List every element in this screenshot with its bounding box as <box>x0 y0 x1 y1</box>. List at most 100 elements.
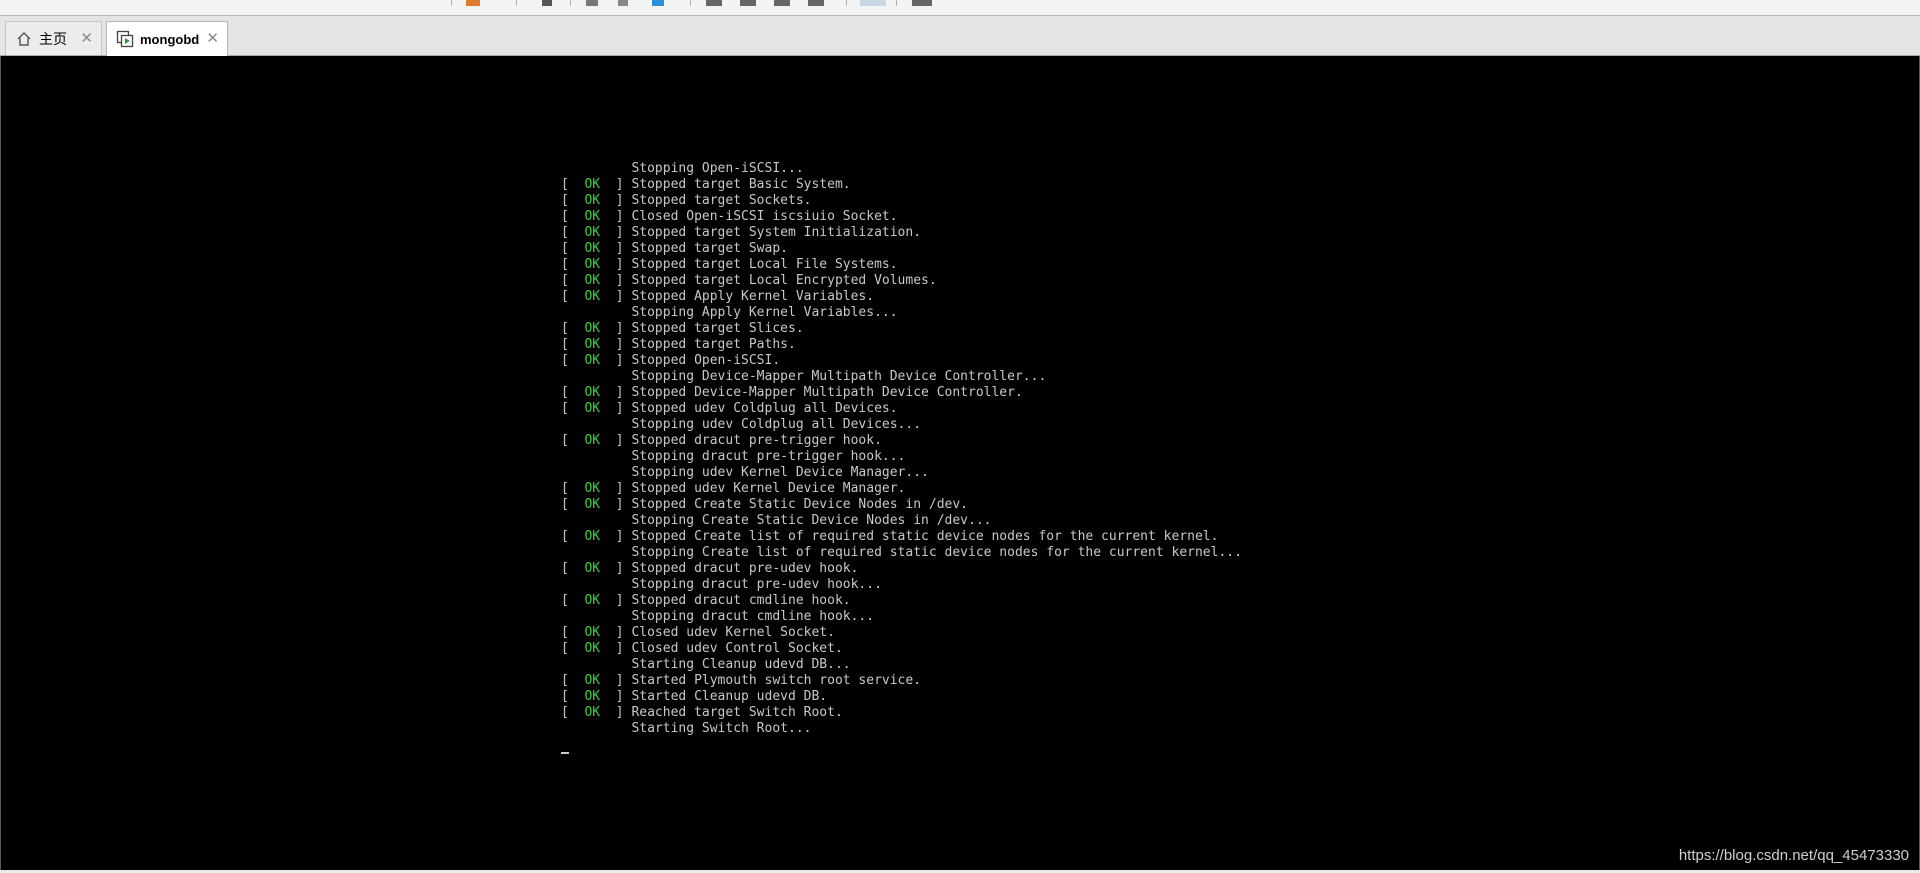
log-text: Stopping Create list of required static … <box>631 545 1242 560</box>
log-text: Stopping Apply Kernel Variables... <box>631 305 898 320</box>
toolbar-icon-3[interactable] <box>586 0 598 6</box>
log-line: Stopping Create Static Device Nodes in /… <box>561 513 1242 529</box>
toolbar-icon-6[interactable] <box>706 0 722 6</box>
log-text: Closed Open-iSCSI iscsiuio Socket. <box>631 209 898 224</box>
log-line: [ OK ] Stopped Create list of required s… <box>561 529 1242 545</box>
status-prefix: [ OK ] <box>561 497 632 512</box>
toolbar-separator <box>570 0 571 6</box>
log-line: [ OK ] Closed Open-iSCSI iscsiuio Socket… <box>561 209 1242 225</box>
log-line: Stopping Create list of required static … <box>561 545 1242 561</box>
console-cursor <box>561 752 569 754</box>
status-prefix: [ OK ] <box>561 433 632 448</box>
status-prefix: [ OK ] <box>561 225 632 240</box>
toolbar-icon-11[interactable] <box>912 0 932 6</box>
vm-console[interactable]: Stopping Open-iSCSI... [ OK ] Stopped tar… <box>0 56 1920 870</box>
status-prefix: [ OK ] <box>561 257 632 272</box>
log-text: Stopping dracut cmdline hook... <box>631 609 875 624</box>
status-prefix <box>561 305 631 320</box>
toolbar-icon-8[interactable] <box>774 0 790 6</box>
ok-status: OK <box>584 241 601 256</box>
status-prefix: [ OK ] <box>561 353 632 368</box>
log-text: Stopped dracut cmdline hook. <box>631 593 851 608</box>
close-icon[interactable]: ✕ <box>80 29 93 47</box>
ok-status: OK <box>584 225 601 240</box>
status-prefix: [ OK ] <box>561 593 632 608</box>
toolbar-separator <box>896 0 897 6</box>
watermark: https://blog.csdn.net/qq_45473330 <box>1678 847 1909 864</box>
log-line: [ OK ] Stopped dracut pre-trigger hook. <box>561 433 1242 449</box>
toolbar-icon-5[interactable] <box>652 0 664 6</box>
log-text: Stopping udev Coldplug all Devices... <box>631 417 922 432</box>
status-prefix: [ OK ] <box>561 321 632 336</box>
status-prefix: [ OK ] <box>561 561 632 576</box>
log-text: Stopped target Swap. <box>631 241 788 256</box>
ok-status: OK <box>584 625 601 640</box>
status-prefix: [ OK ] <box>561 481 632 496</box>
status-prefix: [ OK ] <box>561 193 632 208</box>
log-text: Stopped dracut pre-udev hook. <box>631 561 859 576</box>
ok-status: OK <box>584 193 601 208</box>
status-prefix <box>561 513 631 528</box>
tab-home-label: 主页 <box>39 30 67 47</box>
log-text: Stopped udev Coldplug all Devices. <box>631 401 898 416</box>
toolbar-icon-1[interactable] <box>466 0 480 6</box>
tab-mongobd[interactable]: mongobd ✕ <box>106 21 228 56</box>
ok-status: OK <box>584 705 601 720</box>
ok-status: OK <box>584 177 601 192</box>
ok-status: OK <box>584 273 601 288</box>
status-prefix <box>561 161 631 176</box>
log-line: [ OK ] Stopped Apply Kernel Variables. <box>561 289 1242 305</box>
log-line: [ OK ] Stopped target Sockets. <box>561 193 1242 209</box>
log-line: [ OK ] Stopped target Local Encrypted Vo… <box>561 273 1242 289</box>
ok-status: OK <box>584 337 601 352</box>
status-prefix: [ OK ] <box>561 209 632 224</box>
status-prefix: [ OK ] <box>561 705 632 720</box>
toolbar-separator <box>451 0 452 6</box>
log-text: Stopped target Paths. <box>631 337 796 352</box>
tab-home[interactable]: 主页 ✕ <box>5 21 102 55</box>
ok-status: OK <box>584 257 601 272</box>
log-text: Started Cleanup udevd DB. <box>631 689 828 704</box>
log-text: Starting Switch Root... <box>631 721 812 736</box>
log-line: [ OK ] Stopped Create Static Device Node… <box>561 497 1242 513</box>
log-line: [ OK ] Started Cleanup udevd DB. <box>561 689 1242 705</box>
log-text: Stopped target Local Encrypted Volumes. <box>631 273 937 288</box>
toolbar-separator <box>690 0 691 6</box>
toolbar-icon-9[interactable] <box>808 0 824 6</box>
close-icon[interactable]: ✕ <box>206 29 219 47</box>
status-prefix <box>561 449 631 464</box>
status-prefix: [ OK ] <box>561 385 632 400</box>
status-prefix <box>561 465 631 480</box>
log-line: Stopping udev Kernel Device Manager... <box>561 465 1242 481</box>
log-line: Stopping dracut pre-udev hook... <box>561 577 1242 593</box>
ok-status: OK <box>584 353 601 368</box>
status-prefix <box>561 577 631 592</box>
ok-status: OK <box>584 689 601 704</box>
log-text: Stopping Open-iSCSI... <box>631 161 804 176</box>
log-text: Closed udev Control Socket. <box>631 641 843 656</box>
log-line: Stopping udev Coldplug all Devices... <box>561 417 1242 433</box>
boot-log: Stopping Open-iSCSI... [ OK ] Stopped tar… <box>561 161 1242 737</box>
status-prefix <box>561 721 631 736</box>
log-text: Stopped target Sockets. <box>631 193 812 208</box>
toolbar-separator <box>846 0 847 6</box>
ok-status: OK <box>584 561 601 576</box>
log-line: [ OK ] Stopped target Slices. <box>561 321 1242 337</box>
log-text: Starting Cleanup udevd DB... <box>631 657 851 672</box>
log-line: [ OK ] Closed udev Kernel Socket. <box>561 625 1242 641</box>
log-line: [ OK ] Stopped dracut pre-udev hook. <box>561 561 1242 577</box>
ok-status: OK <box>584 289 601 304</box>
ok-status: OK <box>584 385 601 400</box>
log-text: Stopping dracut pre-udev hook... <box>631 577 882 592</box>
log-line: Starting Cleanup udevd DB... <box>561 657 1242 673</box>
log-text: Stopping udev Kernel Device Manager... <box>631 465 929 480</box>
toolbar-icon-7[interactable] <box>740 0 756 6</box>
toolbar-icon-2[interactable] <box>542 0 552 6</box>
toolbar-icon-4[interactable] <box>618 0 628 6</box>
log-line: [ OK ] Stopped target System Initializat… <box>561 225 1242 241</box>
status-prefix: [ OK ] <box>561 273 632 288</box>
log-line: [ OK ] Closed udev Control Socket. <box>561 641 1242 657</box>
log-line: Stopping dracut cmdline hook... <box>561 609 1242 625</box>
toolbar-icon-10[interactable] <box>860 0 886 6</box>
status-prefix <box>561 545 631 560</box>
